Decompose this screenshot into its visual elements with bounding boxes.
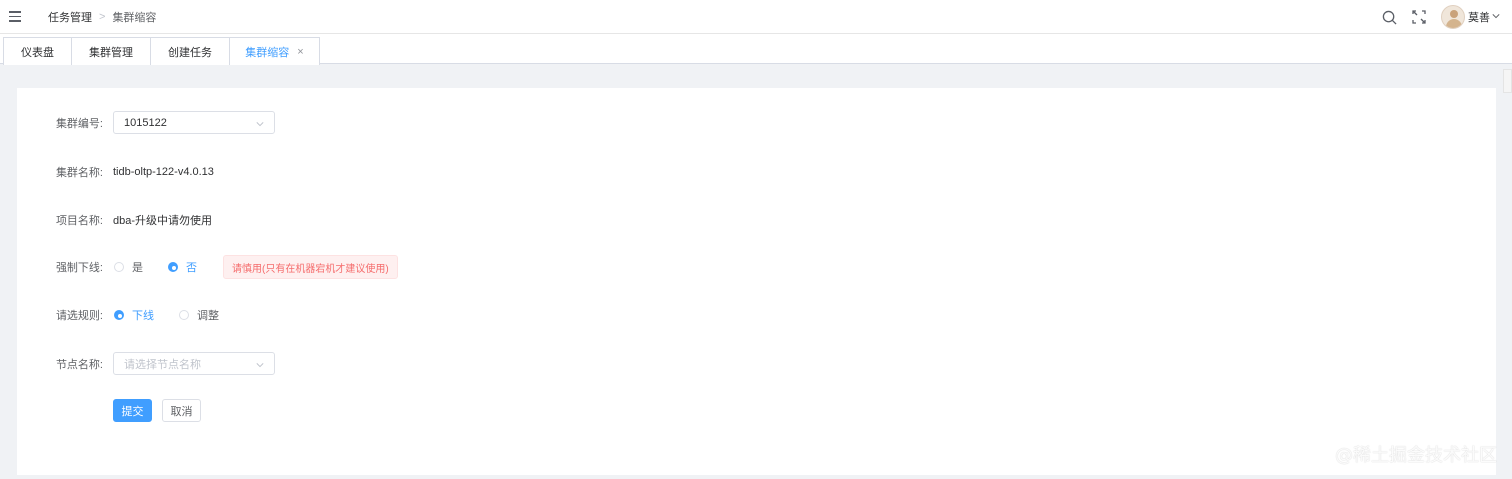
form-item-rule: 请选规则: 下线 调整 bbox=[17, 307, 219, 323]
rule-label: 请选规则: bbox=[55, 310, 103, 322]
radio-circle bbox=[168, 262, 178, 272]
rule-radio-offline[interactable]: 下线 bbox=[114, 307, 154, 323]
tag-label: 集群缩容 bbox=[245, 46, 290, 59]
cancel-button[interactable]: 取消 bbox=[162, 399, 201, 422]
project-name-label: 项目名称: bbox=[55, 215, 103, 227]
tag-label: 创建任务 bbox=[168, 46, 212, 59]
breadcrumb-separator: > bbox=[99, 11, 106, 23]
node-name-label: 节点名称: bbox=[55, 358, 103, 371]
radio-label-adjust: 调整 bbox=[197, 310, 219, 322]
breadcrumb-item-task-management[interactable]: 任务管理 bbox=[48, 9, 92, 25]
breadcrumb: 任务管理 > 集群缩容 bbox=[48, 9, 156, 25]
force-offline-radio-yes[interactable]: 是 bbox=[114, 259, 143, 275]
tag-cluster-management[interactable]: 集群管理 bbox=[71, 37, 151, 65]
cluster-name-label: 集群名称: bbox=[55, 167, 103, 179]
chevron-down-icon[interactable] bbox=[1492, 11, 1500, 23]
radio-circle bbox=[179, 310, 189, 320]
tag-dashboard[interactable]: 仪表盘 bbox=[3, 37, 72, 65]
breadcrumb-item-current: 集群缩容 bbox=[112, 12, 157, 24]
radio-label-offline: 下线 bbox=[132, 310, 154, 322]
tag-label: 仪表盘 bbox=[21, 46, 54, 59]
form-item-project-name: 项目名称: dba-升级中请勿使用 bbox=[17, 212, 212, 228]
tags-view-bar: 仪表盘 集群管理 创建任务 集群缩容 × bbox=[0, 33, 1512, 65]
cluster-name-value: tidb-oltp-122-v4.0.13 bbox=[113, 166, 214, 178]
radio-label-yes: 是 bbox=[132, 262, 143, 274]
tag-create-task[interactable]: 创建任务 bbox=[150, 37, 230, 65]
form-actions: 提交 取消 bbox=[113, 399, 201, 422]
main-form-card: 集群编号: 1015122 集群名称: tidb-oltp-122-v4.0.1… bbox=[17, 88, 1496, 475]
watermark-text: @稀土掘金技术社区 bbox=[1335, 445, 1497, 466]
cluster-id-select[interactable]: 1015122 bbox=[113, 111, 275, 134]
force-offline-radio-no[interactable]: 否 bbox=[168, 259, 197, 275]
tag-cluster-scale-in[interactable]: 集群缩容 × bbox=[229, 37, 320, 65]
force-offline-label: 强制下线: bbox=[55, 262, 103, 274]
user-name[interactable]: 莫善 bbox=[1468, 9, 1490, 25]
tag-label: 集群管理 bbox=[89, 46, 133, 59]
cluster-id-value: 1015122 bbox=[124, 116, 167, 129]
chevron-down-icon bbox=[256, 360, 264, 368]
top-navbar: 任务管理 > 集群缩容 莫善 bbox=[0, 0, 1512, 33]
radio-label-no: 否 bbox=[186, 262, 197, 274]
node-name-placeholder: 请选择节点名称 bbox=[124, 358, 201, 371]
chevron-down-icon bbox=[256, 119, 264, 127]
radio-circle bbox=[114, 262, 124, 272]
force-offline-warning: 请慎用(只有在机器宕机才建议使用) bbox=[223, 255, 398, 279]
node-name-select[interactable]: 请选择节点名称 bbox=[113, 352, 275, 375]
form-item-node-name: 节点名称: 请选择节点名称 bbox=[17, 352, 275, 375]
rule-radio-adjust[interactable]: 调整 bbox=[179, 307, 219, 323]
scrollbar[interactable] bbox=[1503, 69, 1512, 93]
form-item-cluster-id: 集群编号: 1015122 bbox=[17, 111, 275, 134]
search-icon[interactable] bbox=[1381, 9, 1397, 25]
avatar[interactable] bbox=[1441, 5, 1465, 29]
hamburger-icon[interactable] bbox=[9, 11, 21, 22]
radio-circle bbox=[114, 310, 124, 320]
form-item-cluster-name: 集群名称: tidb-oltp-122-v4.0.13 bbox=[17, 164, 214, 180]
close-icon[interactable]: × bbox=[297, 46, 303, 58]
submit-button[interactable]: 提交 bbox=[113, 399, 152, 422]
project-name-value: dba-升级中请勿使用 bbox=[113, 215, 213, 227]
warning-text: 请慎用(只有在机器宕机才建议使用) bbox=[232, 263, 389, 275]
form-item-force-offline: 强制下线: 是 否 请慎用(只有在机器宕机才建议使用) bbox=[17, 255, 398, 279]
cluster-id-label: 集群编号: bbox=[55, 117, 103, 130]
fullscreen-icon[interactable] bbox=[1411, 9, 1427, 25]
